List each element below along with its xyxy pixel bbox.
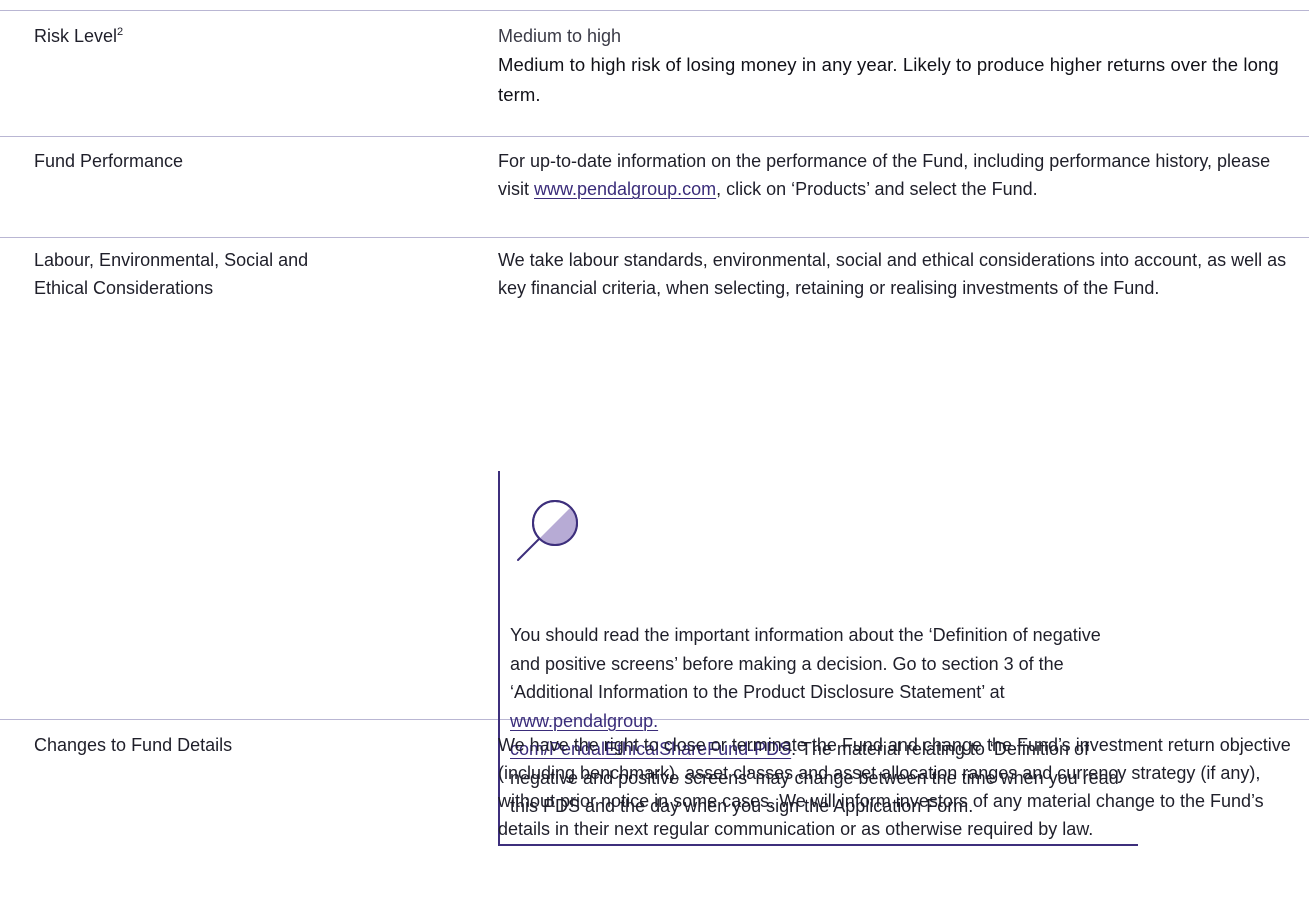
row-label-lesec: Labour, Environmental, Social and Ethica…	[34, 246, 308, 302]
callout-bottom-border	[498, 844, 1138, 846]
row-content-risk-level: Medium to high Medium to high risk of lo…	[498, 22, 1298, 110]
risk-level-description: Medium to high risk of losing money in a…	[498, 54, 1279, 105]
row-label-changes: Changes to Fund Details	[34, 735, 233, 755]
pds-link-part1[interactable]: www.pendalgroup.	[510, 711, 658, 731]
lesec-label-line1: Labour, Environmental, Social and	[34, 250, 309, 270]
magnifier-icon	[512, 497, 582, 612]
risk-level-label: Risk Level	[34, 26, 118, 46]
fund-performance-text-after: , click on ‘Products’ and select the Fun…	[716, 179, 1038, 199]
row-label-risk-level: Risk Level2	[34, 22, 123, 50]
rule-after-risk-level	[0, 136, 1309, 137]
rule-after-fund-performance	[0, 237, 1309, 238]
row-label-fund-performance: Fund Performance	[34, 151, 184, 171]
risk-level-value: Medium to high	[498, 26, 622, 46]
callout-text-before: You should read the important informatio…	[510, 625, 1101, 702]
top-rule	[0, 10, 1309, 11]
pendalgroup-link[interactable]: www.pendalgroup.com	[534, 179, 716, 199]
risk-level-footnote-ref: 2	[117, 26, 124, 38]
lesec-label-line2: Ethical Considerations	[34, 278, 214, 298]
row-content-fund-performance: For up-to-date information on the perfor…	[498, 147, 1298, 203]
row-content-changes: We have the right to close or terminate …	[498, 735, 1291, 839]
row-content-lesec: We take labour standards, environmental,…	[498, 250, 1287, 298]
